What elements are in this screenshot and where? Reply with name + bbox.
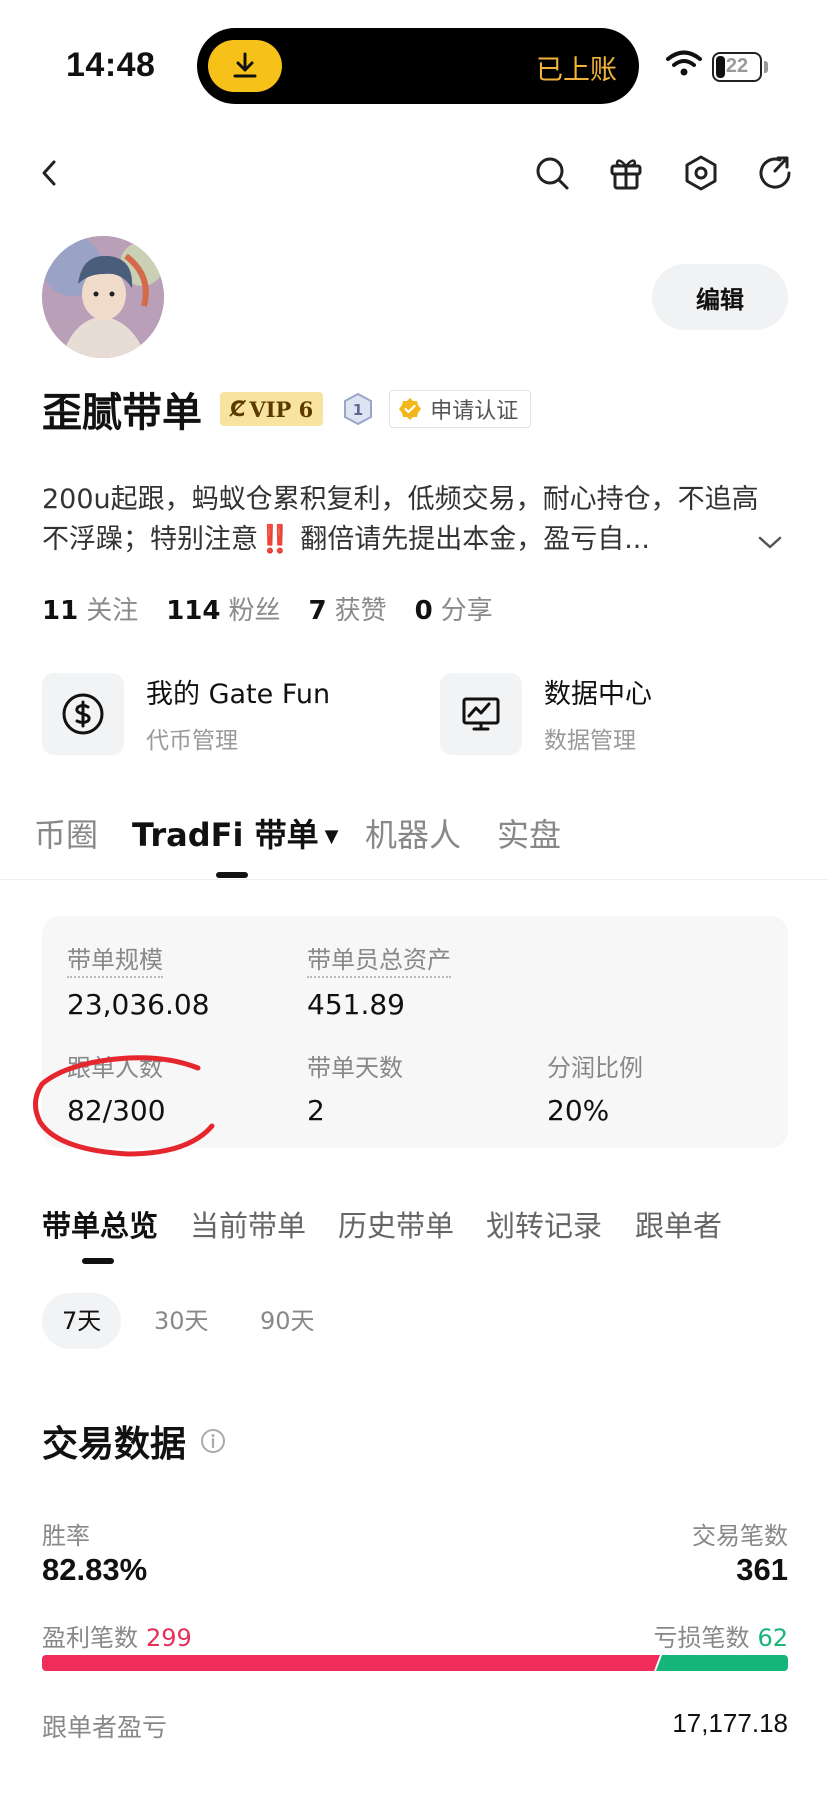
level-number: 1 [353,401,363,419]
profile-bio: 200u起跟，蚂蚁仓累积复利，低频交易，耐心持仓，不追高不浮躁；特别注意‼️ 翻… [42,484,759,555]
tab-live[interactable]: 实盘 [497,810,561,856]
chevron-left-icon [42,160,56,186]
win-loss-bar [42,1655,788,1671]
dollar-coin-icon [42,672,124,755]
vip-label: VIP 6 [249,396,314,422]
level-badge[interactable]: 1 [341,392,375,426]
vip-badge[interactable]: Ȼ VIP 6 [220,392,324,426]
edit-profile-button[interactable]: 编辑 [652,264,788,330]
win-rate-label: 胜率 [42,1522,90,1550]
caret-down-icon: ▼ [324,826,339,847]
island-status-text: 已上账 [536,55,617,85]
subtab-indicator [82,1258,114,1264]
shortcut-subtitle: 代币管理 [146,728,238,754]
subtab-transfers[interactable]: 划转记录 [486,1203,602,1245]
shortcut-data-center[interactable]: 数据中心 数据管理 [440,672,652,755]
avatar[interactable] [42,236,164,358]
summary-days: 带单天数 2 [307,1054,403,1127]
subtab-overview[interactable]: 带单总览 [42,1203,158,1245]
tab-tradfi[interactable]: TradFi 带单 ▼ [132,810,338,856]
download-icon [208,40,282,92]
stat-shares[interactable]: 0 分享 [415,590,493,627]
tab-indicator [216,872,248,878]
tab-crypto[interactable]: 币圈 [34,810,98,856]
monitor-chart-icon [440,672,522,755]
win-segment [42,1655,660,1671]
shortcut-title: 数据中心 [544,679,652,710]
range-30d[interactable]: 30天 [134,1293,229,1349]
main-tab-bar: 币圈 TradFi 带单 ▼ 机器人 实盘 [0,810,828,880]
shortcut-title: 我的 Gate Fun [146,679,331,710]
profile-stats: 11 关注 114 粉丝 7 获赞 0 分享 [42,590,521,627]
profile-name: 歪腻带单 [42,390,202,436]
expand-bio-button[interactable] [757,535,783,556]
annotation-circle [33,1055,215,1157]
range-7d[interactable]: 7天 [42,1293,122,1349]
tab-bots[interactable]: 机器人 [365,810,461,856]
gear-icon [685,155,717,191]
status-time: 14:48 [66,46,156,84]
profile-name-row: 歪腻带单 Ȼ VIP 6 1 申请认证 [42,380,532,438]
status-bar: 14:48 已上账 22 [0,0,828,130]
loss-trades: 亏损笔数 62 [653,1624,788,1652]
trade-count-label: 交易笔数 [692,1522,788,1550]
profit-trades: 盈利笔数 299 [42,1624,192,1652]
vip-logo-icon: Ȼ [230,397,246,421]
follower-pnl-label: 跟单者盈亏 [42,1713,168,1742]
info-icon[interactable] [200,1428,226,1454]
search-button[interactable] [532,153,572,193]
stat-likes[interactable]: 7 获赞 [309,590,387,627]
loss-segment [656,1655,788,1671]
battery-level: 22 [725,55,749,77]
subtab-followers[interactable]: 跟单者 [635,1203,722,1245]
summary-profit-share: 分润比例 20% [547,1054,643,1127]
follower-pnl-value: 17,177.18 [672,1708,788,1738]
apply-certification-button[interactable]: 申请认证 [389,390,532,428]
trade-count-value: 361 [736,1552,788,1587]
stat-following[interactable]: 11 关注 [42,590,138,627]
gift-icon [610,159,642,190]
subtab-history[interactable]: 历史带单 [338,1203,454,1245]
trading-data-title: 交易数据 [42,1415,226,1467]
search-icon [536,157,569,190]
summary-assets: 带单员总资产 451.89 [307,940,451,1021]
win-rate-value: 82.83% [42,1552,148,1587]
back-button[interactable] [30,153,70,193]
share-icon [759,156,791,189]
summary-scale: 带单规模 23,036.08 [67,940,210,1021]
chevron-down-icon [758,536,782,549]
dynamic-island[interactable]: 已上账 [197,28,639,104]
gift-button[interactable] [606,153,646,193]
share-button[interactable] [755,153,795,193]
range-90d[interactable]: 90天 [240,1293,335,1349]
subtab-current[interactable]: 当前带单 [190,1203,306,1245]
shortcut-gate-fun[interactable]: 我的 Gate Fun 代币管理 [42,672,330,755]
battery-icon: 22 [712,52,762,82]
stat-fans[interactable]: 114 粉丝 [166,590,280,627]
shortcut-subtitle: 数据管理 [544,728,636,754]
settings-button[interactable] [681,153,721,193]
wifi-icon [666,50,702,83]
certify-label: 申请认证 [430,399,519,424]
verified-badge-icon [399,398,422,420]
